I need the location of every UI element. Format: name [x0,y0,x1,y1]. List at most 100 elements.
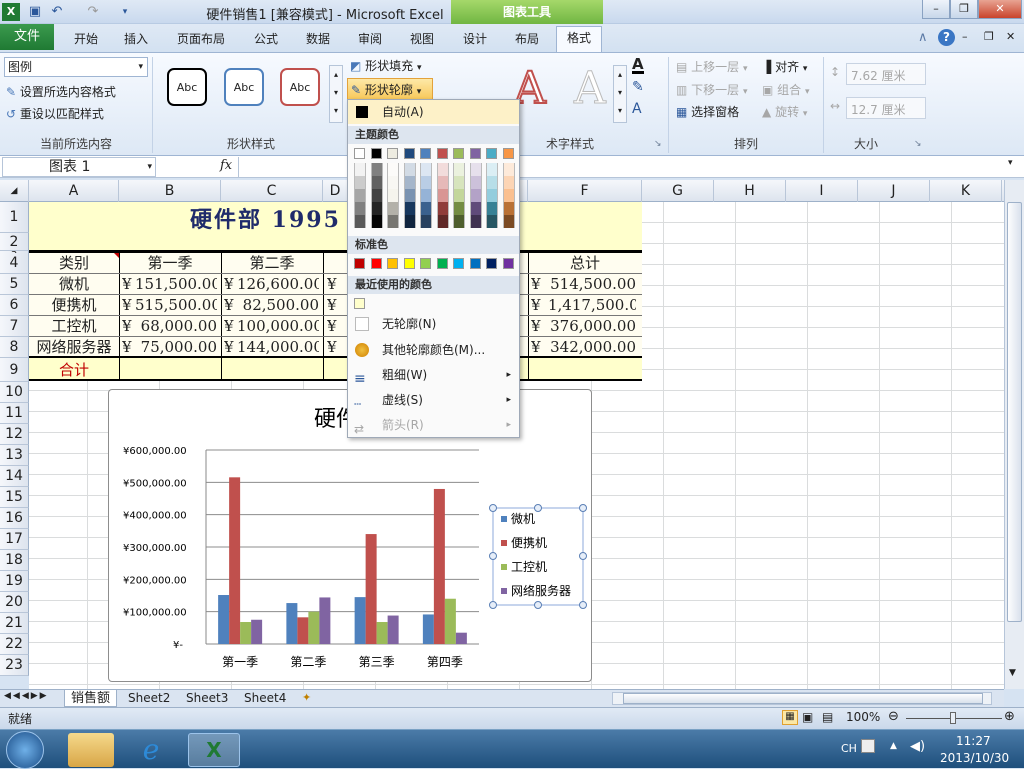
row-header[interactable]: 2 [0,233,29,251]
zoom-out-icon[interactable]: ⊖ [888,709,899,724]
row-header[interactable]: 22 [0,634,29,655]
tab-data[interactable]: 数据 [298,28,338,52]
theme-color-swatch[interactable] [453,148,464,159]
zoom-level[interactable]: 100% [846,710,880,724]
shape-style-black[interactable]: Abc [167,68,207,106]
clock-time[interactable]: 11:27 [956,734,991,748]
explorer-taskbar-icon[interactable] [68,733,114,767]
theme-color-shade-swatch[interactable] [453,189,465,202]
table-cell[interactable]: ¥ [327,337,339,357]
sheet-tab[interactable]: Sheet3 [180,690,234,707]
tab-chart-layout[interactable]: 布局 [507,28,547,52]
theme-color-shade-swatch[interactable] [502,189,515,202]
table-cell[interactable]: 82,500.00 [237,295,319,315]
theme-color-shade-swatch[interactable] [354,163,366,176]
selection-handle[interactable] [489,504,497,512]
table-cell[interactable]: ¥ [531,316,541,336]
standard-color-swatch[interactable] [387,258,398,269]
column-header[interactable]: K [930,180,1002,202]
row-header[interactable]: 1 [0,202,29,233]
bar[interactable] [455,632,467,644]
expand-formula-icon[interactable]: ▾ [1008,158,1013,168]
dialog-launcher-icon[interactable]: ↘ [914,139,922,149]
row-header[interactable]: 10 [0,382,29,403]
theme-color-shade-swatch[interactable] [453,202,465,215]
theme-color-shade-swatch[interactable] [354,189,366,202]
column-header[interactable]: F [528,180,642,202]
theme-color-shade-swatch[interactable] [403,176,416,189]
theme-color-shade-swatch[interactable] [387,215,399,228]
tab-page-layout[interactable]: 页面布局 [170,28,232,52]
volume-icon[interactable]: ◀) [910,739,925,754]
column-header[interactable]: C [221,180,323,202]
row-header[interactable]: 16 [0,508,29,529]
theme-color-shade-swatch[interactable] [387,189,399,202]
theme-color-shade-swatch[interactable] [469,215,482,228]
theme-color-shade-swatch[interactable] [370,163,383,176]
standard-color-swatch[interactable] [502,258,514,269]
tab-chart-design[interactable]: 设计 [455,28,495,52]
theme-color-shade-swatch[interactable] [354,202,366,215]
row-header[interactable]: 7 [0,316,29,337]
theme-color-shade-swatch[interactable] [453,163,465,176]
standard-color-swatch[interactable] [354,258,365,269]
table-cell[interactable]: 总计 [528,253,642,273]
table-cell[interactable]: 144,000.00 [237,337,319,357]
standard-color-swatch[interactable] [469,258,481,269]
theme-color-shade-swatch[interactable] [387,163,399,176]
width-field[interactable]: 12.7 厘米 [846,97,926,119]
bar[interactable] [387,615,399,644]
theme-color-shade-swatch[interactable] [502,176,515,189]
row-header[interactable]: 6 [0,295,29,316]
menu-item-arrows[interactable]: ⇄ 箭头(R) ▸ [348,413,519,437]
excel-taskbar-icon[interactable]: X [188,733,240,767]
undo-icon[interactable]: ↶ [48,3,66,21]
page-layout-view-icon[interactable]: ▣ [802,710,813,724]
table-cell[interactable]: ¥ [531,274,541,294]
chart-element-dropdown[interactable]: 图例 ▾ [4,57,148,77]
name-box[interactable]: 图表 1 ▾ [2,157,156,177]
table-cell[interactable]: ¥ [122,295,132,315]
help-icon[interactable]: ? [938,29,955,46]
theme-color-swatch[interactable] [387,148,398,159]
row-header[interactable]: 5 [0,274,29,295]
theme-color-swatch[interactable] [469,148,481,159]
scroll-down-arrow-icon[interactable]: ▼ [1009,668,1016,678]
selection-handle[interactable] [579,552,587,560]
start-button[interactable] [6,731,44,769]
theme-color-shade-swatch[interactable] [436,189,449,202]
theme-color-shade-swatch[interactable] [486,176,498,189]
theme-color-shade-swatch[interactable] [420,163,432,176]
insert-function-icon[interactable]: fx [220,158,232,173]
vertical-scrollbar[interactable]: ▼ [1004,180,1024,689]
theme-color-swatch[interactable] [370,148,382,159]
bring-forward-button[interactable]: ▤ 上移一层 ▾ [676,58,748,75]
table-cell[interactable]: 126,600.00 [237,274,319,294]
theme-color-shade-swatch[interactable] [370,215,383,228]
theme-color-shade-swatch[interactable] [420,215,432,228]
bar[interactable] [308,611,320,644]
bar[interactable] [319,597,331,644]
theme-color-shade-swatch[interactable] [436,176,449,189]
table-cell[interactable]: 75,000.00 [135,337,217,357]
save-icon[interactable]: ▣ [26,3,44,21]
table-cell[interactable]: ¥ [327,295,339,315]
column-header[interactable]: I [786,180,858,202]
row-header[interactable]: 9 [0,358,29,382]
theme-color-swatch[interactable] [486,148,497,159]
selection-handle[interactable] [579,601,587,609]
theme-color-swatch[interactable] [502,148,514,159]
menu-item-dashes[interactable]: ┄ 虚线(S) ▸ [348,388,519,412]
column-header[interactable]: J [858,180,930,202]
sheet-tab-active[interactable]: 销售额 [64,690,118,707]
theme-color-swatch[interactable] [354,148,365,159]
table-cell[interactable]: ¥ [122,274,132,294]
table-cell[interactable]: ¥ [122,337,132,357]
theme-color-shade-swatch[interactable] [436,215,449,228]
row-header[interactable]: 18 [0,550,29,571]
input-language[interactable]: CH [841,742,857,755]
horizontal-scroll-thumb[interactable] [623,693,983,704]
selection-handle[interactable] [534,601,542,609]
theme-color-shade-swatch[interactable] [469,189,482,202]
bar[interactable] [286,603,298,644]
